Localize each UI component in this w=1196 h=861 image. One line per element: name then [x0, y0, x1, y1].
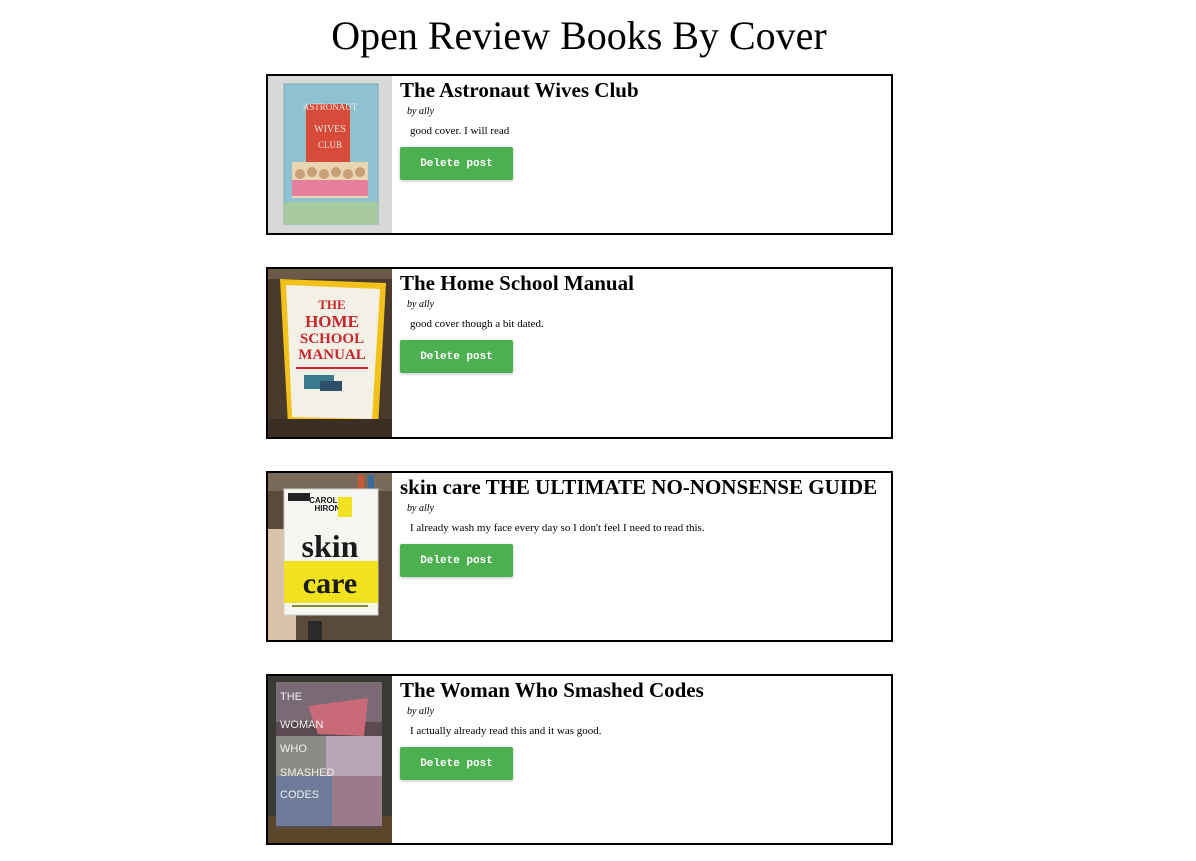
- post-card: CAROLINE HIRONS skin care skin care THE …: [266, 471, 893, 642]
- svg-text:THE: THE: [280, 691, 302, 703]
- svg-text:CLUB: CLUB: [318, 140, 342, 150]
- svg-text:THE: THE: [318, 297, 345, 312]
- post-body: The Woman Who Smashed Codes by ally I ac…: [400, 676, 891, 780]
- post-author: by ally: [407, 503, 434, 514]
- svg-text:CODES: CODES: [280, 789, 319, 801]
- svg-text:WHO: WHO: [280, 743, 307, 755]
- book-cover-image: THE WOMAN WHO SMASHED CODES: [268, 676, 392, 843]
- svg-text:HOME: HOME: [305, 312, 359, 331]
- svg-text:SCHOOL: SCHOOL: [300, 331, 364, 347]
- post-review: I already wash my face every day so I do…: [410, 522, 705, 534]
- post-body: The Home School Manual by ally good cove…: [400, 269, 891, 373]
- post-body: The Astronaut Wives Club by ally good co…: [400, 76, 891, 180]
- svg-text:care: care: [303, 567, 357, 600]
- post-author: by ally: [407, 299, 434, 310]
- svg-text:skin: skin: [302, 528, 359, 564]
- post-title: The Astronaut Wives Club: [400, 78, 639, 102]
- delete-post-button[interactable]: Delete post: [400, 340, 513, 373]
- delete-post-button[interactable]: Delete post: [400, 147, 513, 180]
- delete-post-button[interactable]: Delete post: [400, 747, 513, 780]
- svg-text:MANUAL: MANUAL: [298, 347, 366, 363]
- delete-post-button[interactable]: Delete post: [400, 544, 513, 577]
- post-author: by ally: [407, 706, 434, 717]
- svg-text:WOMAN: WOMAN: [280, 719, 323, 731]
- post-title: The Woman Who Smashed Codes: [400, 678, 704, 702]
- post-author: by ally: [407, 106, 434, 117]
- post-review: good cover. I will read: [410, 125, 510, 137]
- book-cover-image: CAROLINE HIRONS skin care: [268, 473, 392, 640]
- book-cover-image: THE HOME SCHOOL MANUAL: [268, 269, 392, 437]
- post-card: ASTRONAUT WIVES CLUB The Astronaut Wives…: [266, 74, 893, 235]
- post-card: THE WOMAN WHO SMASHED CODES The Woman Wh…: [266, 674, 893, 845]
- post-body: skin care THE ULTIMATE NO-NONSENSE GUIDE…: [400, 473, 891, 577]
- post-title: skin care THE ULTIMATE NO-NONSENSE GUIDE: [400, 475, 878, 499]
- svg-text:ASTRONAUT: ASTRONAUT: [303, 102, 358, 112]
- post-review: good cover though a bit dated.: [410, 318, 544, 330]
- post-review: I actually already read this and it was …: [410, 725, 602, 737]
- post-title: The Home School Manual: [400, 271, 634, 295]
- post-card: THE HOME SCHOOL MANUAL The Home School M…: [266, 267, 893, 439]
- book-cover-image: ASTRONAUT WIVES CLUB: [268, 76, 392, 233]
- page-title: Open Review Books By Cover: [331, 13, 827, 58]
- svg-text:WIVES: WIVES: [314, 124, 346, 135]
- svg-text:SMASHED: SMASHED: [280, 767, 334, 779]
